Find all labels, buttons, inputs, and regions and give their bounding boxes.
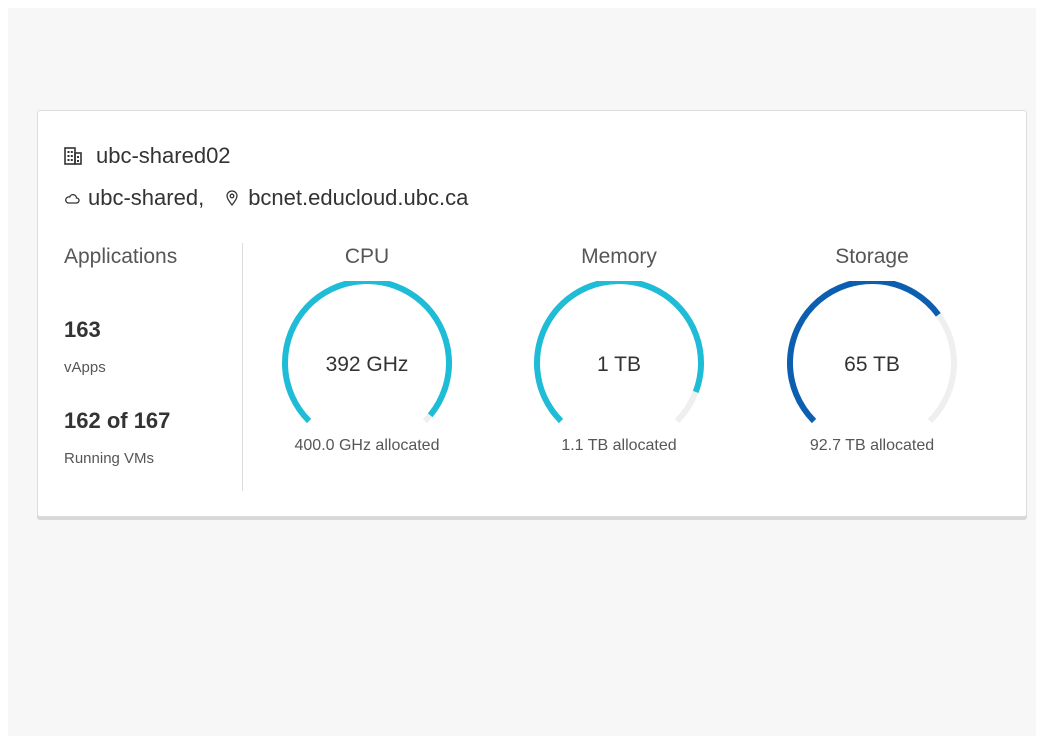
vapps-label: vApps [64, 359, 106, 376]
datacenter-name: ubc-shared02 [96, 143, 231, 168]
gauge-allocated: 92.7 TB allocated [809, 437, 935, 454]
location-name: bcnet.educloud.ubc.ca [248, 185, 469, 210]
gauge-title: Memory [581, 245, 657, 268]
gauge-allocated: 400.0 GHz allocated [294, 437, 440, 454]
gauge-dial: 65 TB [787, 281, 957, 424]
cloud-icon [65, 194, 80, 204]
datacenter-card[interactable]: ubc-shared02 ubc-shared, bcnet.educloud.… [37, 110, 1027, 517]
running-vms-label: Running VMs [64, 450, 155, 467]
memory-gauge: Memory 1 TB 1.1 TB allocated [519, 245, 719, 455]
gauge-dial: 1 TB [534, 281, 704, 424]
vapps-count: 163 [64, 317, 101, 342]
site-name: ubc-shared, [88, 185, 205, 210]
location-pin-icon [226, 190, 238, 206]
gauge-fill [282, 281, 452, 424]
gauge-value: 392 GHz [326, 353, 409, 376]
storage-gauge: Storage 65 TB 92.7 TB allocated [772, 245, 972, 455]
gauge-title: CPU [344, 245, 390, 268]
applications-section: Applications 163 vApps 162 of 167 Runnin… [64, 245, 244, 467]
gauge-value: 1 TB [597, 353, 641, 376]
card-subtitle-row: ubc-shared, bcnet.educloud.ubc.ca [64, 185, 468, 211]
building-icon [64, 147, 82, 165]
gauge-fill [787, 281, 941, 424]
gauge-title: Storage [835, 245, 909, 268]
card-title-row: ubc-shared02 [64, 143, 231, 169]
running-vms-count: 162 of 167 [64, 408, 171, 433]
applications-heading: Applications [64, 245, 178, 268]
page-background: ubc-shared02 ubc-shared, bcnet.educloud.… [8, 8, 1036, 736]
gauge-allocated: 1.1 TB allocated [561, 437, 677, 454]
cpu-gauge: CPU 392 GHz 400.0 GHz allocated [267, 245, 467, 455]
gauge-dial: 392 GHz [282, 281, 452, 424]
section-divider [242, 243, 243, 491]
gauge-value: 65 TB [844, 353, 900, 376]
gauge-fill [534, 281, 704, 424]
